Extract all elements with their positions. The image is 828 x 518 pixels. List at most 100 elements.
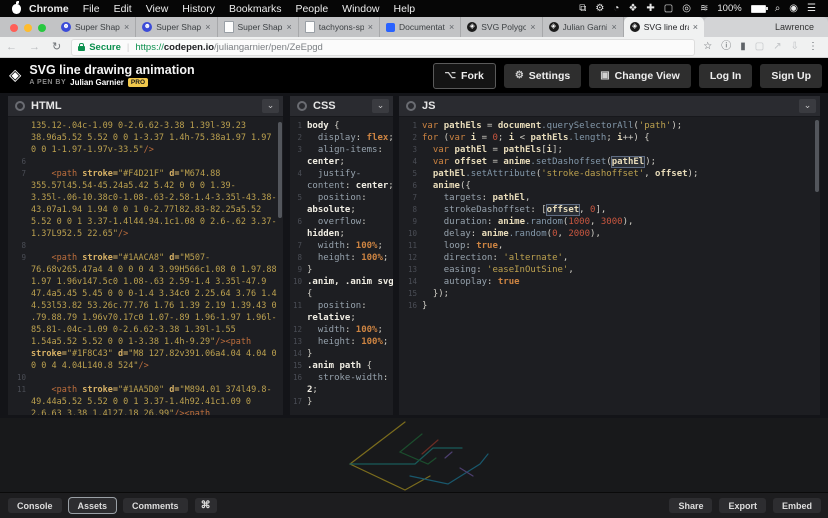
code-line: 4 var offset = anime.setDashoffset(pathE… xyxy=(399,156,820,168)
tab-close-icon[interactable]: × xyxy=(124,22,129,32)
editor-settings-icon[interactable] xyxy=(297,101,307,111)
health-cross-icon[interactable]: ✚ xyxy=(646,4,654,14)
browser-tab[interactable]: ◈SVG line drawing× xyxy=(624,17,704,37)
assets-button[interactable]: Assets xyxy=(69,498,117,513)
spotlight-search-icon[interactable]: ⌕ xyxy=(775,4,781,14)
js-editor-panel[interactable]: JS ⌄ 1var pathEls = document.querySelect… xyxy=(399,96,820,415)
export-button[interactable]: Export xyxy=(719,498,766,513)
close-window-button[interactable] xyxy=(10,24,18,32)
tab-title: SVG Polygon/Pol xyxy=(481,22,526,32)
menu-item-bookmarks[interactable]: Bookmarks xyxy=(229,3,282,15)
html-panel-header: HTML ⌄ xyxy=(8,96,283,117)
code-text: var pathEls = document.querySelectorAll(… xyxy=(422,120,682,132)
browser-tab[interactable]: ☻Super Shapes - S× xyxy=(136,17,217,37)
browser-tab[interactable]: ◈Julian Garnier on× xyxy=(543,17,624,37)
browser-tab[interactable]: tachyons-spacing× xyxy=(299,17,380,37)
codepen-logo-icon[interactable]: ◈ xyxy=(9,68,21,84)
siri-icon[interactable]: ◉ xyxy=(789,4,798,14)
menu-item-window[interactable]: Window xyxy=(342,3,379,15)
chevron-down-icon[interactable]: ⌄ xyxy=(262,99,279,113)
display-mirroring-icon[interactable]: ⧉ xyxy=(579,4,586,14)
sync-icon[interactable]: ◎ xyxy=(682,4,691,14)
menu-item-file[interactable]: File xyxy=(83,3,100,15)
download-icon[interactable]: ⇩ xyxy=(791,42,799,52)
keyboard-shortcuts-button[interactable]: ⌘ xyxy=(195,498,217,513)
code-line: 8 height: 100%; xyxy=(290,252,393,264)
extension-info-icon[interactable]: ⓘ xyxy=(721,42,731,52)
menu-item-help[interactable]: Help xyxy=(394,3,416,15)
apple-menu-icon[interactable] xyxy=(12,4,21,14)
browser-tab[interactable]: Documentation |× xyxy=(380,17,461,37)
share-button[interactable]: Share xyxy=(669,498,712,513)
change-view-button[interactable]: ▣ Change View xyxy=(589,64,691,88)
gear-icon[interactable]: ⚙ xyxy=(595,4,604,14)
back-icon[interactable]: ← xyxy=(6,42,17,53)
wifi-icon[interactable]: ≋ xyxy=(700,4,708,14)
tab-close-icon[interactable]: × xyxy=(368,22,373,32)
code-line: center; xyxy=(290,156,393,168)
comments-button[interactable]: Comments xyxy=(123,498,188,513)
code-text: width: 100%; xyxy=(307,240,383,252)
editor-settings-icon[interactable] xyxy=(406,101,416,111)
menu-item-view[interactable]: View xyxy=(146,3,169,15)
sign-up-button[interactable]: Sign Up xyxy=(760,64,822,88)
address-bar[interactable]: Secure | https://codepen.io/juliangarnie… xyxy=(71,39,695,56)
code-text: 47.4a5.45 5.45 0 0 0-1.4 3.34c0 2.25.64 … xyxy=(31,288,277,300)
scrollbar-thumb[interactable] xyxy=(278,122,282,218)
doc-favicon xyxy=(224,21,234,33)
code-line: 38.96a5.52 5.52 0 0 1-3.37 1.4h-75.38a1.… xyxy=(8,132,283,144)
css-editor-panel[interactable]: CSS ⌄ 1body {2 display: flex;3 align-ite… xyxy=(290,96,393,415)
share-icon[interactable]: ↗ xyxy=(773,42,781,52)
menu-item-edit[interactable]: Edit xyxy=(114,3,132,15)
notification-center-icon[interactable]: ☰ xyxy=(807,4,816,14)
code-line: 43.07a1.94 1.94 0 0 1 0-2.77l82.83-82.25… xyxy=(8,204,283,216)
fork-button[interactable]: ⌥ Fork xyxy=(433,63,496,89)
code-text: 1.37L952.5 22.65"/> xyxy=(31,228,128,240)
zoom-window-button[interactable] xyxy=(38,24,46,32)
editor-settings-icon[interactable] xyxy=(15,101,25,111)
code-text: } xyxy=(307,264,312,276)
line-number: 15 xyxy=(399,288,422,300)
tab-close-icon[interactable]: × xyxy=(449,22,454,32)
extension-bar-icon[interactable]: ▮ xyxy=(740,42,746,52)
line-number xyxy=(8,396,31,408)
menu-item-history[interactable]: History xyxy=(182,3,215,15)
tab-close-icon[interactable]: × xyxy=(611,22,616,32)
browser-tab[interactable]: ☻Super Shapes - S× xyxy=(55,17,136,37)
line-number xyxy=(290,288,307,300)
code-text: direction: 'alternate', xyxy=(422,252,568,264)
tab-close-icon[interactable]: × xyxy=(693,22,698,32)
author-link[interactable]: Julian Garnier xyxy=(70,78,124,87)
menu-item-people[interactable]: People xyxy=(295,3,328,15)
settings-button[interactable]: ⚙ Settings xyxy=(504,64,581,88)
html-editor-panel[interactable]: HTML ⌄ 135.12-.04c-1.09 0-2.6.62-3.38 1.… xyxy=(8,96,283,415)
browser-tab[interactable]: Super Shapes× xyxy=(218,17,299,37)
browser-tab[interactable]: ◈SVG Polygon/Pol× xyxy=(461,17,542,37)
secure-badge[interactable]: Secure xyxy=(89,42,121,53)
chevron-down-icon[interactable]: ⌄ xyxy=(799,99,816,113)
console-button[interactable]: Console xyxy=(8,498,62,513)
log-in-button[interactable]: Log In xyxy=(699,64,753,88)
menu-app-name[interactable]: Chrome xyxy=(29,3,69,15)
bookmark-star-icon[interactable]: ☆ xyxy=(703,42,712,52)
forward-icon[interactable]: → xyxy=(29,42,40,53)
tab-close-icon[interactable]: × xyxy=(530,22,535,32)
reload-icon[interactable]: ↻ xyxy=(52,42,61,53)
browser-profile-button[interactable]: Lawrence xyxy=(704,17,828,37)
code-line: 10 xyxy=(8,372,283,384)
cast-icon[interactable]: ▢ xyxy=(755,42,764,52)
editor-area: HTML ⌄ 135.12-.04c-1.09 0-2.6.62-3.38 1.… xyxy=(0,93,828,418)
window-icon[interactable]: ▢ xyxy=(664,4,673,14)
code-line: 9 <path stroke="#1AACA8" d="M507- xyxy=(8,252,283,264)
scrollbar-thumb[interactable] xyxy=(815,120,819,192)
droplet-icon[interactable]: ❖ xyxy=(628,4,637,14)
tab-close-icon[interactable]: × xyxy=(205,22,210,32)
time-machine-icon[interactable]: ◔ xyxy=(613,4,619,14)
tab-close-icon[interactable]: × xyxy=(286,22,291,32)
browser-menu-icon[interactable]: ⋮ xyxy=(808,42,818,52)
line-number: 8 xyxy=(399,204,422,216)
chevron-down-icon[interactable]: ⌄ xyxy=(372,99,389,113)
minimize-window-button[interactable] xyxy=(24,24,32,32)
embed-button[interactable]: Embed xyxy=(773,498,821,513)
code-line: relative; xyxy=(290,312,393,324)
